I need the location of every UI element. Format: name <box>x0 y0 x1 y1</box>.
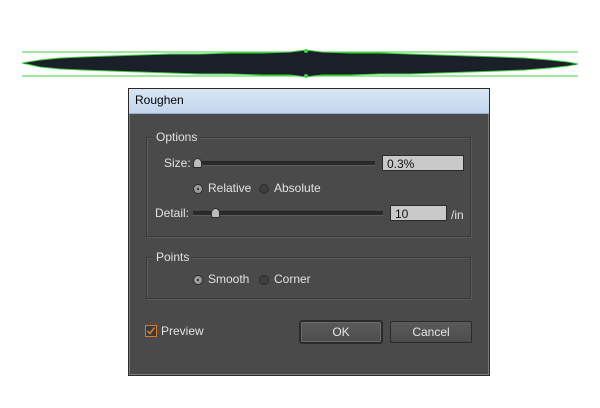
absolute-radio[interactable] <box>259 184 269 194</box>
checkmark-icon <box>146 327 156 335</box>
dialog-titlebar[interactable]: Roughen <box>129 89 489 114</box>
detail-label: Detail: <box>155 206 190 220</box>
anchor-point-top <box>304 49 308 53</box>
points-group-title: Points <box>153 250 193 264</box>
roughen-dialog: Roughen Options Size: 0.3% Relative Abso… <box>128 88 490 376</box>
detail-unit-label: /in <box>451 208 464 222</box>
size-slider-track[interactable] <box>193 161 375 166</box>
size-label: Size: <box>164 156 191 170</box>
detail-input[interactable]: 10 <box>390 205 447 221</box>
preview-checkbox[interactable] <box>145 325 157 337</box>
relative-radio[interactable] <box>193 184 203 194</box>
dialog-title: Roughen <box>135 93 184 107</box>
cancel-button[interactable]: Cancel <box>390 321 472 343</box>
anchor-point-bottom <box>304 74 308 78</box>
detail-slider-thumb[interactable] <box>211 208 220 218</box>
smooth-radio[interactable] <box>193 275 203 285</box>
relative-label[interactable]: Relative <box>208 181 251 195</box>
corner-radio[interactable] <box>259 275 269 285</box>
corner-label[interactable]: Corner <box>274 272 311 286</box>
absolute-label[interactable]: Absolute <box>274 181 321 195</box>
size-input[interactable]: 0.3% <box>382 155 464 171</box>
options-group-title: Options <box>153 130 201 144</box>
rough-shape <box>21 49 579 78</box>
smooth-label[interactable]: Smooth <box>208 272 249 286</box>
ok-button[interactable]: OK <box>300 321 382 343</box>
size-slider-thumb[interactable] <box>193 158 202 168</box>
detail-slider-track[interactable] <box>193 211 383 216</box>
preview-label[interactable]: Preview <box>161 324 204 338</box>
roughened-shape-artwork[interactable] <box>0 0 600 90</box>
